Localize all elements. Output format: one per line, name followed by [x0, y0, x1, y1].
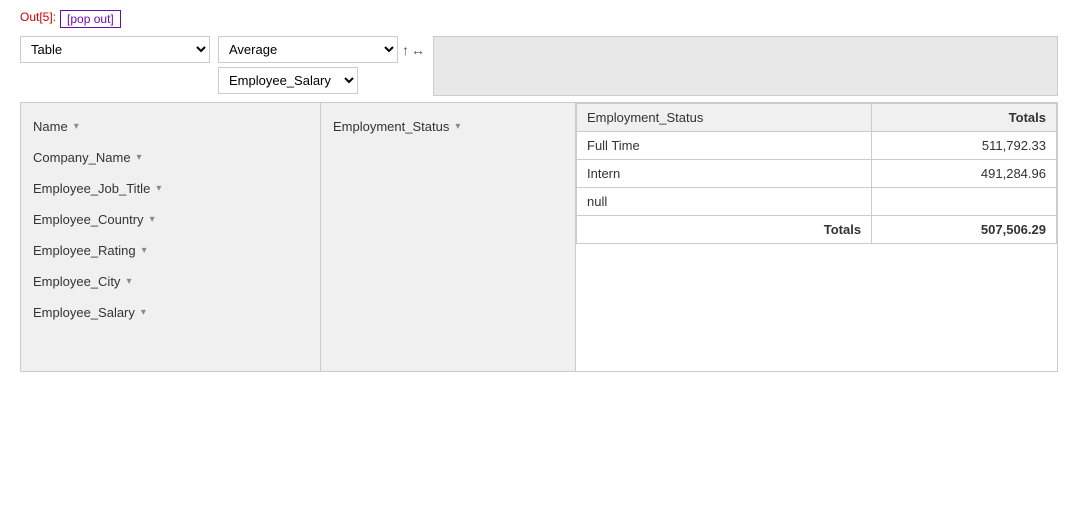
field-arrow: ▾	[141, 307, 146, 318]
sort-expand-icon: ↔	[411, 42, 425, 58]
table-row: Intern 491,284.96	[577, 160, 1057, 188]
field-arrow: ▾	[150, 214, 155, 225]
col-header-employment-status: Employment_Status	[577, 104, 872, 132]
row-label: Employment_Status	[333, 119, 449, 134]
field-label: Employee_Salary	[33, 305, 135, 320]
value-cell: 491,284.96	[872, 160, 1057, 188]
table-row: null	[577, 188, 1057, 216]
field-label: Employee_Job_Title	[33, 181, 150, 196]
field-label: Employee_City	[33, 274, 120, 289]
table-select[interactable]: Table	[20, 36, 210, 63]
totals-value: 507,506.29	[872, 216, 1057, 244]
field-item-country[interactable]: Employee_Country ▾	[21, 204, 320, 235]
field-label: Company_Name	[33, 150, 131, 165]
output-label: Out[5]:	[20, 10, 56, 24]
table-row: Full Time 511,792.33	[577, 132, 1057, 160]
col-header-totals: Totals	[872, 104, 1057, 132]
row-arrow: ▾	[455, 121, 460, 132]
field-label: Name	[33, 119, 68, 134]
field-item-company-name[interactable]: Company_Name ▾	[21, 142, 320, 173]
totals-row: Totals 507,506.29	[577, 216, 1057, 244]
fields-panel: Name ▾ Company_Name ▾ Employee_Job_Title…	[21, 103, 321, 371]
results-table: Employment_Status Totals Full Time 511,7…	[576, 103, 1057, 244]
value-cell	[872, 188, 1057, 216]
sort-up-icon: ↑	[402, 42, 409, 58]
pop-out-link[interactable]: [pop out]	[60, 10, 121, 28]
status-cell: null	[577, 188, 872, 216]
field-label: Employee_Country	[33, 212, 144, 227]
field-item-name[interactable]: Name ▾	[21, 111, 320, 142]
status-cell: Full Time	[577, 132, 872, 160]
field-arrow: ▾	[142, 245, 147, 256]
results-panel: Employment_Status Totals Full Time 511,7…	[576, 103, 1057, 371]
status-cell: Intern	[577, 160, 872, 188]
field-label: Employee_Rating	[33, 243, 136, 258]
column-drop-zone	[433, 36, 1058, 96]
field-arrow: ▾	[137, 152, 142, 163]
row-item-employment-status[interactable]: Employment_Status ▾	[321, 111, 575, 142]
totals-label: Totals	[577, 216, 872, 244]
pivot-table-container: Name ▾ Company_Name ▾ Employee_Job_Title…	[20, 102, 1058, 372]
field-item-job-title[interactable]: Employee_Job_Title ▾	[21, 173, 320, 204]
field-arrow: ▾	[74, 121, 79, 132]
sort-icons[interactable]: ↑ ↔	[402, 42, 425, 58]
value-cell: 511,792.33	[872, 132, 1057, 160]
field-arrow: ▾	[126, 276, 131, 287]
rows-panel: Employment_Status ▾	[321, 103, 576, 371]
field-arrow: ▾	[156, 183, 161, 194]
field-item-city[interactable]: Employee_City ▾	[21, 266, 320, 297]
field-item-salary[interactable]: Employee_Salary ▾	[21, 297, 320, 328]
field-item-rating[interactable]: Employee_Rating ▾	[21, 235, 320, 266]
aggregation-select[interactable]: Average Sum Count Min Max	[218, 36, 398, 63]
field-select[interactable]: Employee_Salary Employee_Rating	[218, 67, 358, 94]
